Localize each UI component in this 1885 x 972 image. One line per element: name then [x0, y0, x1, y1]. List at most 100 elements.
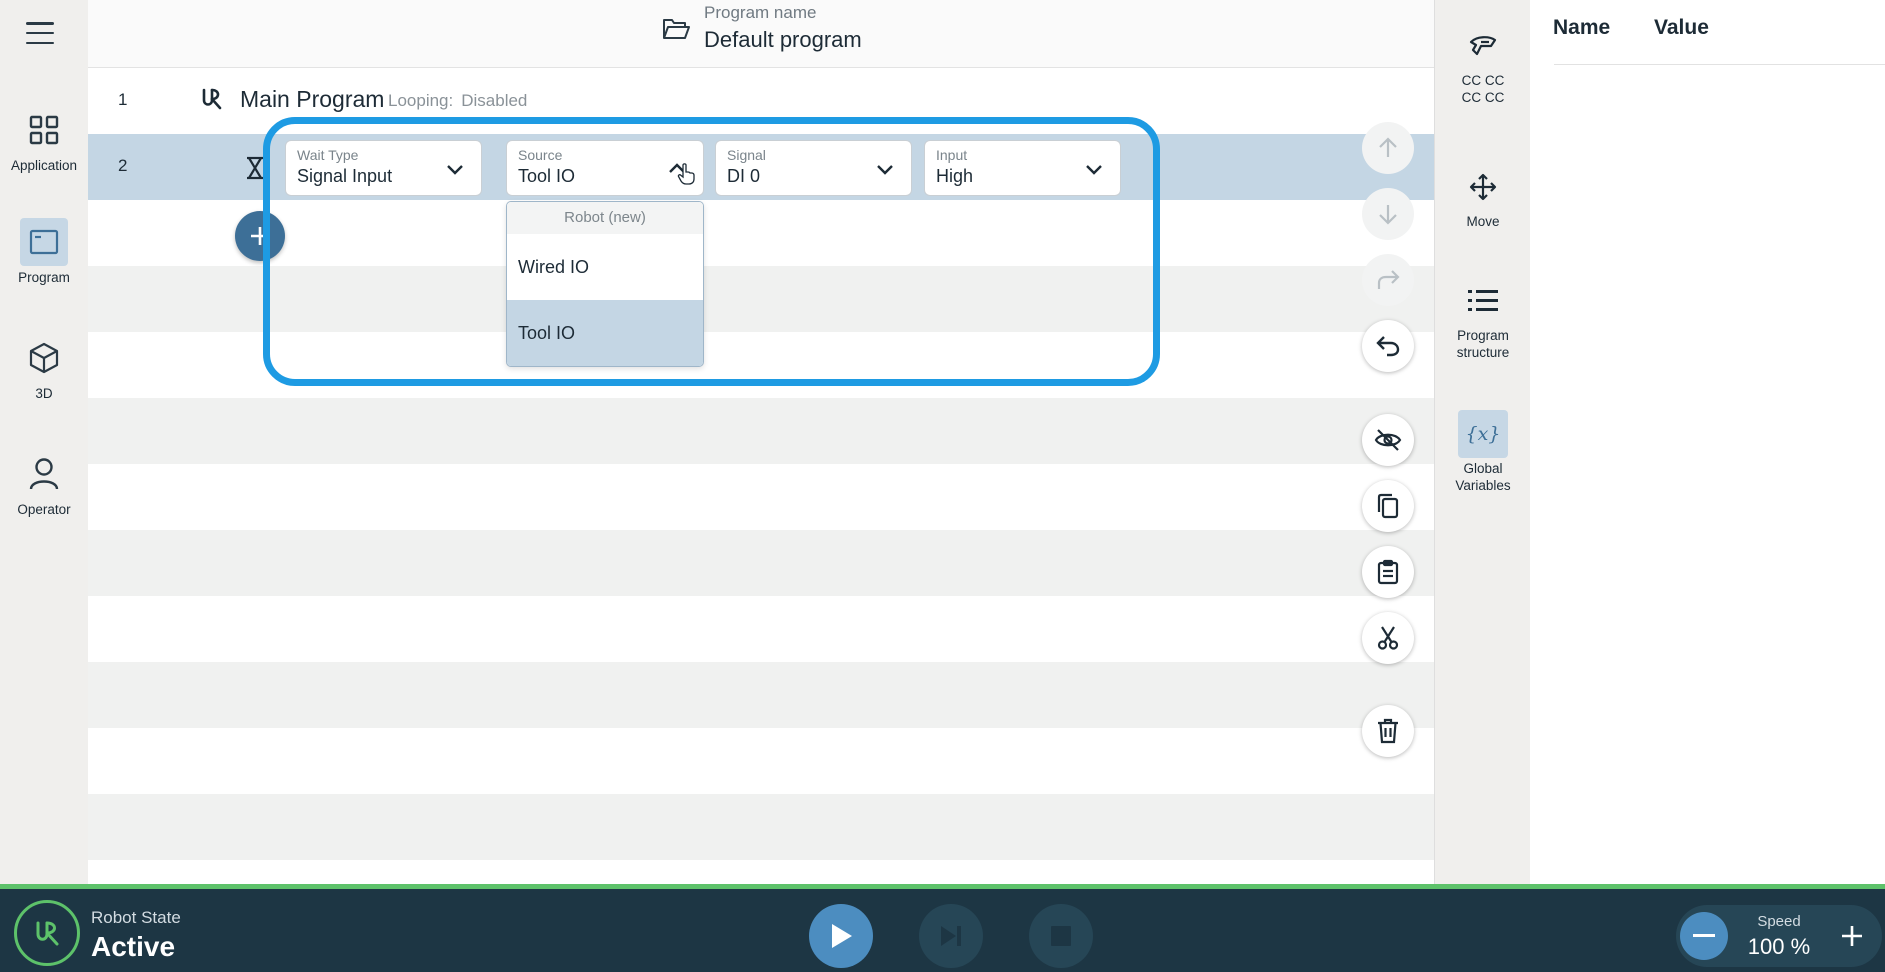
robot-state-label: Robot State — [91, 908, 181, 927]
rnav-item-label-line2: Variables — [1455, 478, 1511, 493]
tree-row-empty — [88, 794, 1434, 860]
source-dropdown[interactable]: Source Tool IO — [506, 140, 704, 196]
nav-item-operator[interactable]: Operator — [0, 450, 88, 517]
hourglass-icon — [246, 156, 264, 185]
dropdown-value: Signal Input — [297, 166, 393, 186]
arrow-up-icon — [1379, 137, 1397, 157]
redo-icon — [1377, 270, 1400, 289]
tree-row-empty — [88, 464, 1434, 530]
program-window-icon — [20, 218, 68, 266]
move-down-button[interactable] — [1362, 188, 1414, 240]
column-header-value: Value — [1654, 16, 1709, 39]
play-icon — [832, 924, 852, 948]
program-name-label: Program name — [704, 3, 817, 22]
tree-row-empty — [88, 398, 1434, 464]
menu-group-header: Robot (new) — [507, 202, 703, 234]
trash-icon — [1378, 718, 1398, 744]
dropdown-caption: Input — [936, 147, 968, 163]
plus-icon — [1842, 926, 1862, 946]
dropdown-value: DI 0 — [727, 166, 761, 186]
hand-cursor-icon — [677, 163, 695, 185]
speed-increase-button[interactable] — [1828, 912, 1876, 960]
header-divider — [1554, 64, 1885, 65]
chevron-down-icon — [447, 165, 463, 175]
rnav-item-label: Move — [1466, 214, 1500, 229]
cube-icon — [20, 334, 68, 382]
tree-row-empty — [88, 596, 1434, 662]
chevron-down-icon — [1086, 165, 1102, 175]
input-dropdown[interactable]: Input High — [924, 140, 1121, 196]
tree-row-empty — [88, 530, 1434, 596]
eye-off-icon — [1374, 429, 1402, 451]
undo-icon — [1376, 336, 1400, 357]
rnav-item-label-line2: CC CC — [1461, 90, 1505, 105]
tree-row-empty — [88, 662, 1434, 728]
list-icon — [1458, 277, 1508, 325]
main-program-title: Main Program — [240, 86, 385, 112]
column-header-name: Name — [1553, 16, 1611, 39]
rnav-item-program-structure[interactable]: Program structure — [1435, 277, 1531, 361]
move-arrows-icon — [1458, 163, 1508, 211]
right-panel-navigation: CC CC CC CC Move Program structure {x} G… — [1434, 0, 1530, 884]
rnav-item-label-line2: structure — [1456, 345, 1510, 360]
ur-logo-icon — [200, 87, 224, 116]
row-number: 1 — [118, 90, 128, 109]
arrow-down-icon — [1379, 205, 1397, 225]
looping-label: Looping: — [388, 91, 454, 110]
hamburger-menu-icon[interactable] — [22, 18, 58, 48]
dropdown-value: Tool IO — [518, 166, 576, 186]
stop-icon — [1051, 926, 1071, 946]
clipboard-icon — [1377, 559, 1399, 585]
move-up-button[interactable] — [1362, 122, 1414, 174]
rnav-item-global-variables[interactable]: {x} Global Variables — [1435, 410, 1531, 494]
dropdown-caption: Source — [518, 147, 563, 163]
dropdown-caption: Signal — [727, 147, 766, 163]
nav-item-3d[interactable]: 3D — [0, 334, 88, 401]
robot-state-indicator[interactable] — [14, 900, 80, 966]
footer-bar: Robot State Active Speed 100 % — [0, 884, 1885, 972]
tree-row-empty — [88, 728, 1434, 794]
suppress-button[interactable] — [1362, 414, 1414, 466]
robot-state-value: Active — [91, 931, 176, 962]
menu-option-wired-io[interactable]: Wired IO — [507, 234, 703, 300]
copy-button[interactable] — [1362, 480, 1414, 532]
nav-item-application[interactable]: Application — [0, 106, 88, 173]
program-header: Program name Default program — [88, 0, 1434, 68]
rnav-item-label: CC CC — [1461, 73, 1505, 88]
scissors-icon — [1377, 626, 1399, 650]
ur-logo-icon — [36, 921, 59, 946]
cut-button[interactable] — [1362, 612, 1414, 664]
grid-icon — [20, 106, 68, 154]
signal-dropdown[interactable]: Signal DI 0 — [715, 140, 912, 196]
step-forward-icon — [941, 926, 961, 946]
rnav-item-tool[interactable]: CC CC CC CC — [1435, 22, 1531, 106]
source-dropdown-menu: Robot (new) Wired IO Tool IO — [506, 201, 704, 367]
undo-button[interactable] — [1362, 320, 1414, 372]
row-number: 2 — [118, 156, 128, 175]
folder-open-icon[interactable] — [662, 17, 690, 46]
rnav-item-label: Global — [1463, 461, 1503, 476]
play-button[interactable] — [809, 904, 873, 968]
left-navigation: Application Program 3D Operator — [0, 0, 88, 884]
paste-button[interactable] — [1362, 546, 1414, 598]
rnav-item-move[interactable]: Move — [1435, 163, 1531, 230]
looping-value: Disabled — [461, 91, 528, 110]
program-name[interactable]: Default program — [704, 27, 862, 53]
wait-type-dropdown[interactable]: Wait Type Signal Input — [285, 140, 482, 196]
step-button[interactable] — [919, 904, 983, 968]
nav-item-label: Application — [10, 158, 78, 173]
tool-gripper-icon — [1458, 22, 1508, 70]
nav-item-label: Program — [18, 270, 70, 285]
stop-button[interactable] — [1029, 904, 1093, 968]
redo-button[interactable] — [1362, 254, 1414, 306]
delete-button[interactable] — [1362, 705, 1414, 757]
person-icon — [20, 450, 68, 498]
chevron-down-icon — [877, 165, 893, 175]
nav-item-program[interactable]: Program — [0, 218, 88, 285]
speed-control: Speed 100 % — [1676, 905, 1882, 967]
nav-item-label: 3D — [35, 386, 53, 401]
dropdown-caption: Wait Type — [297, 147, 359, 163]
nav-item-label: Operator — [17, 502, 71, 517]
menu-option-tool-io[interactable]: Tool IO — [507, 300, 703, 366]
looping-status: Looping: Disabled — [388, 91, 527, 111]
